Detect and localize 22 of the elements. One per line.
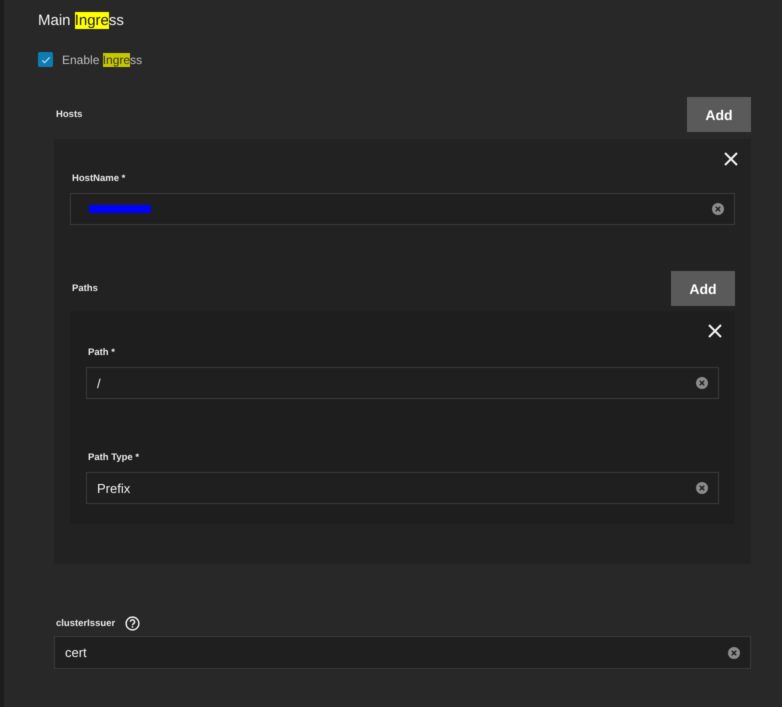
- add-button[interactable]: Add: [671, 271, 735, 306]
- close-icon[interactable]: [723, 151, 739, 167]
- field-label: HostName *: [72, 173, 126, 184]
- list-label: Hosts: [56, 109, 82, 120]
- input-field[interactable]: cert: [54, 636, 751, 669]
- close-icon[interactable]: [707, 323, 723, 339]
- field-label: Path *: [88, 347, 116, 358]
- list-label: Paths: [72, 283, 98, 294]
- input-field[interactable]: Prefix: [86, 472, 719, 504]
- clear-icon[interactable]: [696, 482, 708, 494]
- help-icon[interactable]: [125, 616, 140, 631]
- checkbox-label[interactable]: Enable Ingress: [62, 52, 142, 66]
- add-button[interactable]: Add: [687, 97, 751, 132]
- section-title: Main Ingress: [38, 12, 125, 30]
- field-label: Path Type *: [88, 452, 140, 463]
- clear-icon[interactable]: [728, 646, 740, 658]
- checkbox[interactable]: [38, 52, 53, 67]
- clear-icon[interactable]: [696, 377, 708, 389]
- hostname-field[interactable]: [70, 193, 735, 225]
- input-field[interactable]: /: [86, 367, 719, 399]
- clear-icon[interactable]: [712, 203, 724, 215]
- field-label: clusterIssuer: [56, 618, 116, 629]
